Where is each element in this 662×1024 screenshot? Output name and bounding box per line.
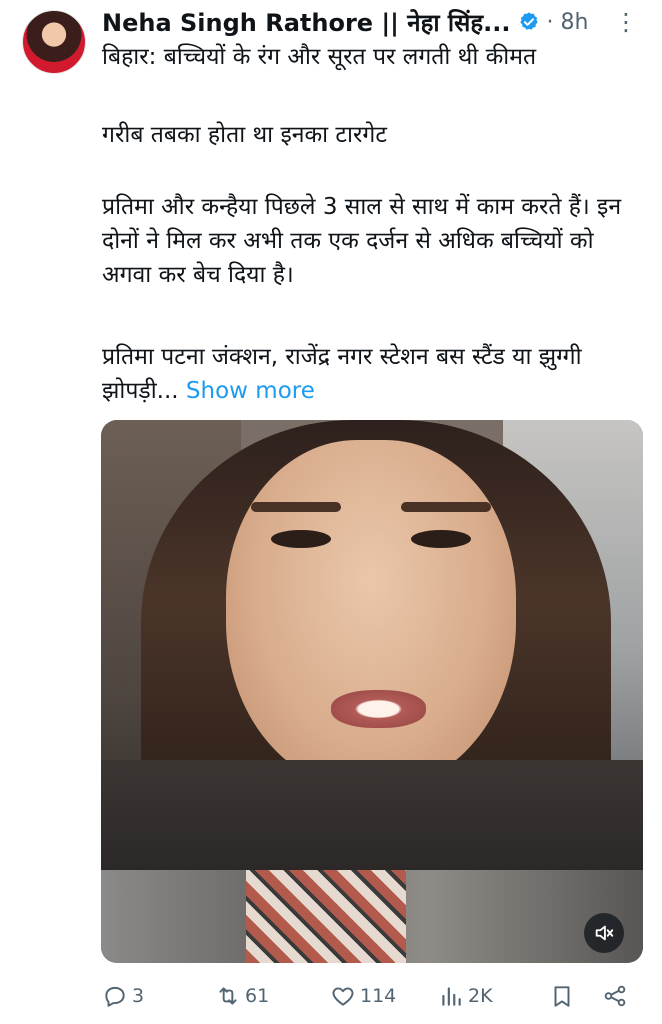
retweet-icon (219, 987, 237, 1005)
show-more-link[interactable]: Show more (186, 378, 315, 404)
tweet-action-bar: 3 61 114 2K (102, 978, 642, 1014)
video-player[interactable] (101, 420, 643, 963)
views-count: 2K (468, 985, 493, 1007)
like-count: 114 (360, 985, 397, 1007)
bookmark-icon (554, 986, 570, 1007)
video-subject-clothes (101, 760, 643, 880)
avatar[interactable] (22, 10, 86, 74)
views-button[interactable]: 2K (438, 983, 493, 1009)
tweet-header: Neha Singh Rathore || नेहा सिंह... · 8h … (102, 6, 638, 38)
tweet-text-line-2: गरीब तबका होता था इनका टारगेट (102, 122, 387, 148)
tweet-text-line-1: बिहार: बच्चियों के रंग और सूरत पर लगती थ… (102, 44, 537, 70)
right-eye (411, 530, 471, 548)
author-name[interactable]: Neha Singh Rathore || नेहा सिंह... (102, 6, 510, 39)
tweet-text-paragraph-4: प्रतिमा पटना जंक्शन, राजेंद्र नगर स्टेशन… (102, 340, 642, 408)
video-subject-face (226, 440, 516, 790)
verified-icon (520, 12, 539, 30)
retweet-count: 61 (245, 985, 270, 1007)
left-eye (271, 530, 331, 548)
more-icon[interactable]: ⋮ (614, 10, 638, 34)
share-icon (604, 985, 626, 1007)
share-button[interactable] (602, 983, 628, 1009)
mouth (331, 690, 426, 728)
reply-count: 3 (132, 985, 145, 1007)
reply-button[interactable]: 3 (102, 983, 144, 1009)
reply-icon (105, 986, 125, 1007)
right-eyebrow (401, 502, 491, 512)
timestamp[interactable]: · 8h (546, 10, 588, 35)
video-inset-person (246, 870, 406, 963)
views-icon (442, 987, 461, 1006)
bookmark-button[interactable] (549, 983, 575, 1009)
like-icon (332, 987, 354, 1006)
left-eyebrow (251, 502, 341, 512)
tweet-text-truncated: प्रतिमा पटना जंक्शन, राजेंद्र नगर स्टेशन… (102, 344, 582, 404)
tweet-text-paragraph-3: प्रतिमा और कन्हैया पिछले 3 साल से साथ मे… (102, 194, 622, 288)
mute-button[interactable] (584, 913, 624, 953)
retweet-button[interactable]: 61 (215, 983, 269, 1009)
like-button[interactable]: 114 (330, 983, 396, 1009)
mute-icon (595, 925, 614, 941)
